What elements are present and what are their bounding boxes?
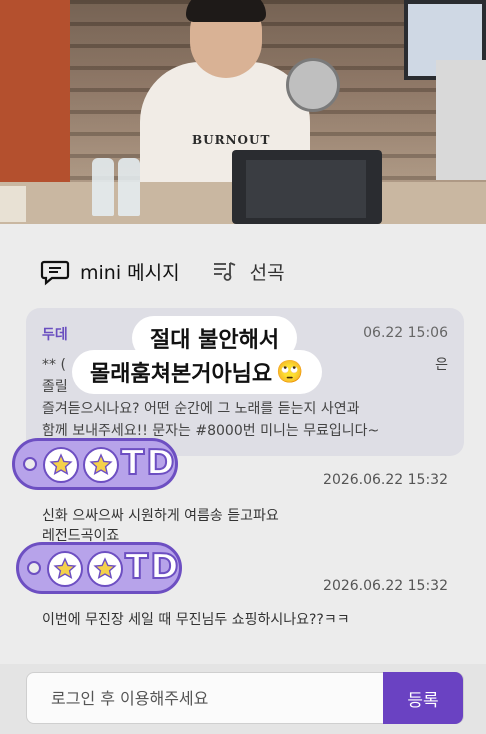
tab-mini-message-label: mini 메시지 [80, 261, 180, 284]
star-icon [47, 551, 83, 587]
tab-mini-message[interactable]: mini 메시지 [40, 256, 180, 286]
story-caption-text: 몰래훔쳐본거아님요 [90, 362, 273, 387]
td-sticker: TD [12, 438, 178, 490]
tag-hole [27, 561, 41, 575]
shirt-text: BURNOUT [192, 133, 271, 147]
td-sticker: TD [16, 542, 182, 594]
chat-bubble-icon [40, 256, 70, 286]
microphone [286, 58, 340, 112]
message-text: 이번에 무진장 세일 때 무진님두 쇼핑하시나요??ㅋㅋ [42, 612, 350, 628]
music-list-icon [210, 256, 240, 286]
submit-button[interactable]: 등록 [383, 672, 463, 724]
message-text-line: 신화 으싸으싸 시원하게 여름송 듣고파요 [42, 508, 279, 524]
message-text-end: 은 [435, 357, 448, 373]
water-bottle [92, 158, 114, 216]
tab-song-list[interactable]: 선곡 [210, 256, 285, 286]
message-author: 두데 [42, 327, 68, 343]
sticker-letters: TD [124, 546, 181, 588]
host-hair [186, 0, 266, 22]
eye-roll-emoji-icon: 🙄 [276, 359, 304, 385]
broadcast-photo: BURNOUT [0, 0, 486, 224]
water-bottle [118, 158, 140, 216]
message-text-start: ** ( [42, 357, 66, 373]
message-time: 06.22 15:06 [363, 325, 448, 341]
message-time: 2026.06.22 15:32 [323, 578, 448, 594]
star-icon [87, 551, 123, 587]
message-input[interactable] [27, 673, 387, 723]
story-caption-line2: 몰래훔쳐본거아님요 🙄 [72, 350, 322, 394]
message-text-line: 즐겨듣으시나요? 어떤 순간에 그 노래를 듣는지 사연과 [42, 401, 360, 417]
chat-panel: mini 메시지 선곡 두데 06.22 15:06 ** ( 은 졸릴 즐겨듣… [0, 224, 486, 734]
message-text: 신화 으싸으싸 시원하게 여름송 듣고파요 레전드곡이죠 [42, 506, 279, 546]
cup [0, 186, 26, 222]
message-time: 2026.06.22 15:32 [323, 472, 448, 488]
message-input-container: 등록 [26, 672, 464, 724]
tag-hole [23, 457, 37, 471]
star-icon [83, 447, 119, 483]
tab-song-list-label: 선곡 [249, 261, 285, 284]
tab-bar: mini 메시지 선곡 [40, 256, 285, 286]
star-icon [43, 447, 79, 483]
sticker-letters: TD [120, 442, 177, 484]
desk-monitor-screen [246, 160, 366, 218]
message-input-bar: 등록 [0, 664, 486, 734]
studio-equipment [436, 60, 486, 180]
